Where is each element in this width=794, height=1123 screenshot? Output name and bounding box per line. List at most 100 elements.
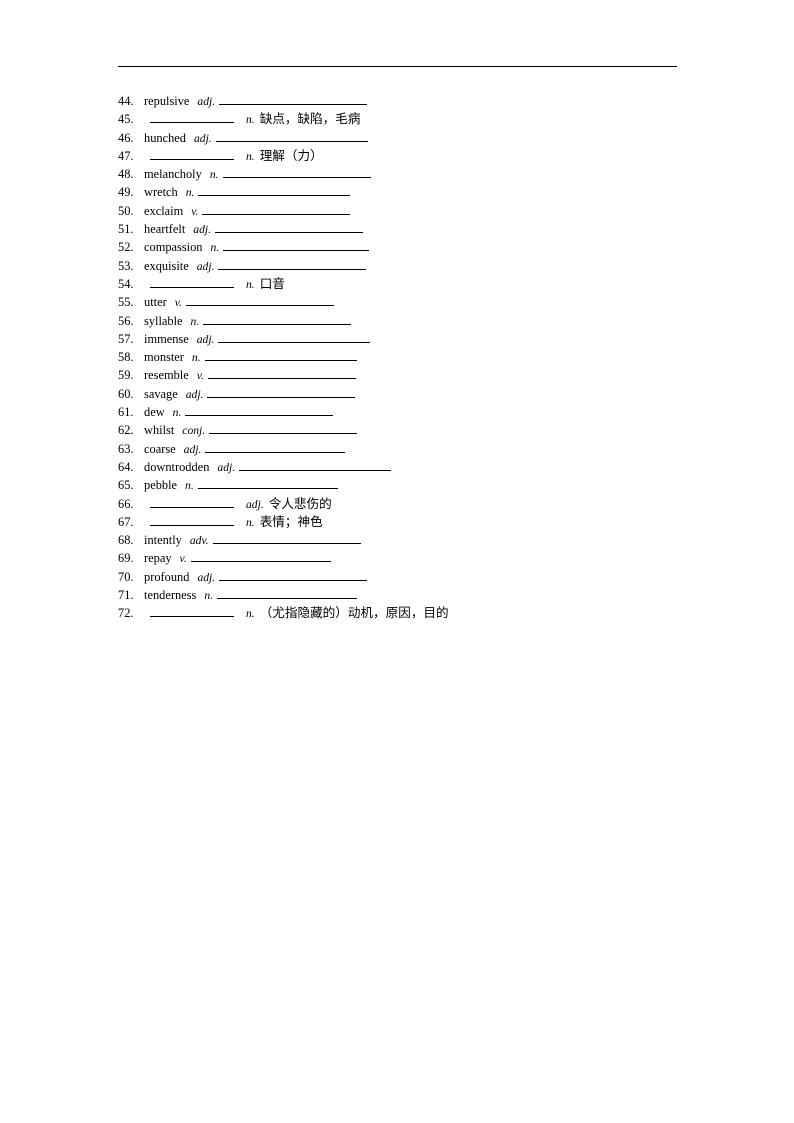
entry-number: 45. (118, 112, 134, 127)
vocabulary-entry-row: 48. melancholy n. (118, 165, 718, 183)
entry-part-of-speech: n. (172, 406, 182, 420)
entry-part-of-speech: n. (246, 277, 255, 291)
entry-part-of-speech: adj. (246, 497, 264, 511)
entry-english-word: syllable (144, 313, 183, 328)
entry-chinese-definition: 表情；神色 (259, 513, 323, 529)
entry-answer-blank[interactable] (207, 367, 356, 380)
entry-answer-blank[interactable] (218, 331, 371, 343)
entry-answer-blank[interactable] (218, 258, 367, 270)
entry-answer-blank[interactable] (239, 459, 392, 471)
vocabulary-entry-row: 69. repay v. (118, 549, 718, 567)
entry-english-word: coarse (144, 441, 176, 456)
vocabulary-entry-row: 66. adj. 令人悲伤的 (118, 495, 718, 513)
entry-number: 68. (118, 533, 134, 548)
vocabulary-entry-row: 51. heartfelt adj. (118, 220, 718, 238)
entry-answer-blank[interactable] (198, 184, 351, 197)
entry-english-word: tenderness (144, 588, 197, 603)
entry-number: 57. (118, 331, 134, 346)
vocabulary-entry-row: 59. resemble v. (118, 366, 718, 384)
vocabulary-entry-row: 47. n. 理解（力） (118, 147, 718, 165)
vocabulary-entry-row: 52. compassion n. (118, 238, 718, 256)
entry-answer-blank[interactable] (203, 313, 352, 325)
entry-number: 72. (118, 606, 134, 621)
entry-part-of-speech: adj. (197, 95, 216, 108)
entry-chinese-definition: 口音 (259, 275, 285, 291)
entry-answer-blank[interactable] (185, 404, 334, 417)
entry-answer-blank[interactable] (207, 386, 356, 398)
vocabulary-entry-row: 58. monster n. (118, 348, 718, 366)
entry-number: 58. (118, 350, 134, 365)
entry-english-word: melancholy (144, 167, 202, 182)
entry-number: 53. (118, 258, 134, 273)
entry-english-word: exclaim (144, 203, 184, 218)
entry-part-of-speech: n. (246, 113, 255, 127)
entry-part-of-speech: n. (210, 241, 220, 255)
entry-number: 56. (118, 313, 134, 328)
entry-answer-blank[interactable] (219, 569, 368, 581)
entry-answer-blank[interactable] (223, 239, 370, 252)
entry-part-of-speech: adv. (189, 534, 209, 548)
vocabulary-entry-row: 70. profound adj. (118, 568, 718, 586)
vocabulary-entry-row: 65. pebble n. (118, 476, 718, 494)
entry-answer-blank[interactable] (209, 422, 358, 435)
vocabulary-entry-row: 62. whilst conj. (118, 421, 718, 439)
entry-answer-blank[interactable] (150, 111, 234, 124)
entry-english-word: dew (144, 405, 165, 420)
entry-english-word: savage (144, 386, 178, 401)
entry-english-word: utter (144, 295, 167, 310)
vocabulary-entry-row: 45. n. 缺点，缺陷，毛病 (118, 110, 718, 128)
entry-number: 59. (118, 368, 134, 383)
entry-part-of-speech: adj. (196, 259, 215, 273)
worksheet-page: 44. repulsive adj. 45. n. 缺点，缺陷，毛病 46. hunched a… (0, 0, 794, 1123)
entry-number: 54. (118, 276, 134, 291)
entry-part-of-speech: adj. (183, 442, 202, 456)
entry-answer-blank[interactable] (215, 221, 363, 234)
entry-answer-blank[interactable] (205, 441, 346, 453)
entry-english-word: downtrodden (144, 459, 210, 474)
entry-answer-blank[interactable] (185, 294, 334, 307)
entry-number: 48. (118, 167, 134, 182)
entry-answer-blank[interactable] (204, 349, 357, 362)
vocabulary-entry-row: 71. tenderness n. (118, 586, 718, 604)
vocabulary-entry-row: 60. savage adj. (118, 385, 718, 403)
entry-answer-blank[interactable] (150, 605, 234, 618)
vocabulary-entry-row: 67. n. 表情；神色 (118, 513, 718, 531)
entry-answer-blank[interactable] (190, 550, 331, 563)
entry-answer-blank[interactable] (219, 93, 368, 105)
entry-number: 69. (118, 551, 134, 566)
entry-english-word: heartfelt (144, 222, 186, 237)
entry-answer-blank[interactable] (212, 532, 361, 545)
entry-answer-blank[interactable] (215, 130, 368, 142)
vocabulary-entry-row: 57. immense adj. (118, 330, 718, 348)
vocabulary-entry-row: 44. repulsive adj. (118, 92, 718, 110)
entry-number: 51. (118, 222, 134, 237)
vocabulary-entry-row: 56. syllable n. (118, 312, 718, 330)
entry-part-of-speech: n. (246, 149, 255, 163)
entry-number: 66. (118, 496, 134, 511)
entry-number: 47. (118, 148, 134, 163)
entry-number: 61. (118, 405, 134, 420)
entry-chinese-definition: 理解（力） (259, 147, 323, 163)
entry-english-word: profound (144, 569, 190, 584)
entry-answer-blank[interactable] (217, 587, 358, 600)
entry-number: 71. (118, 588, 134, 603)
entry-part-of-speech: n. (246, 607, 255, 621)
entry-answer-blank[interactable] (150, 514, 234, 526)
entry-part-of-speech: adj. (196, 332, 215, 346)
entry-number: 70. (118, 569, 134, 584)
entry-english-word: compassion (144, 240, 203, 255)
vocabulary-entry-row: 53. exquisite adj. (118, 257, 718, 275)
entry-answer-blank[interactable] (150, 496, 234, 508)
entry-part-of-speech: n. (185, 186, 195, 200)
entry-english-word: intently (144, 533, 182, 548)
entry-chinese-definition: 缺点，缺陷，毛病 (259, 111, 361, 127)
entry-answer-blank[interactable] (197, 477, 338, 490)
entry-part-of-speech: adj. (193, 131, 212, 145)
entry-answer-blank[interactable] (150, 276, 234, 288)
entry-part-of-speech: n. (246, 515, 255, 529)
entry-answer-blank[interactable] (222, 166, 371, 179)
entry-answer-blank[interactable] (150, 148, 234, 160)
entry-answer-blank[interactable] (202, 203, 351, 215)
entry-part-of-speech: conj. (182, 424, 206, 438)
entry-chinese-definition: （尤指隐藏的）动机，原因，目的 (259, 605, 449, 621)
